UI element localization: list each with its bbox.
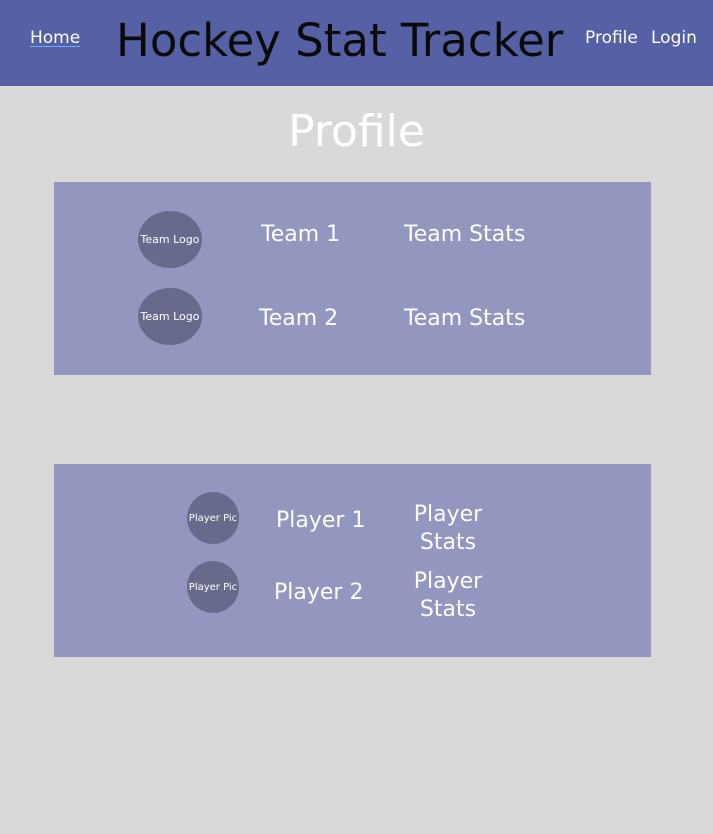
player-stats-label-line: Stats: [419, 597, 477, 622]
player-stats-link[interactable]: Player Stats: [400, 501, 496, 557]
player-stats-label-line: Player: [413, 502, 483, 527]
header-bar: Home Hockey Stat Tracker Profile Login: [0, 0, 713, 86]
player-name: Player 2: [274, 580, 364, 605]
team-logo-image: Team Logo: [138, 288, 202, 345]
player-stats-label-line: Stats: [419, 530, 477, 555]
player-stats-label-line: Player: [413, 569, 483, 594]
team-stats-link[interactable]: Team Stats: [404, 221, 525, 249]
team-stats-link[interactable]: Team Stats: [404, 305, 525, 333]
player-pic-image: Player Pic: [187, 561, 239, 613]
app-title: Hockey Stat Tracker: [116, 14, 564, 67]
home-link[interactable]: Home: [30, 28, 80, 48]
player-name: Player 1: [276, 508, 366, 533]
player-stats-link[interactable]: Player Stats: [400, 568, 496, 624]
team-logo-image: Team Logo: [138, 211, 202, 268]
page-title: Profile: [288, 106, 425, 157]
teams-panel: Team Logo Team 1 Team Stats Team Logo Te…: [54, 182, 651, 375]
nav-profile-link[interactable]: Profile: [585, 28, 638, 48]
team-name: Team 2: [259, 306, 339, 331]
team-name: Team 1: [261, 222, 341, 247]
player-pic-image: Player Pic: [187, 492, 239, 544]
players-panel: Player Pic Player 1 Player Stats Player …: [54, 464, 651, 657]
nav-login-link[interactable]: Login: [651, 28, 697, 48]
